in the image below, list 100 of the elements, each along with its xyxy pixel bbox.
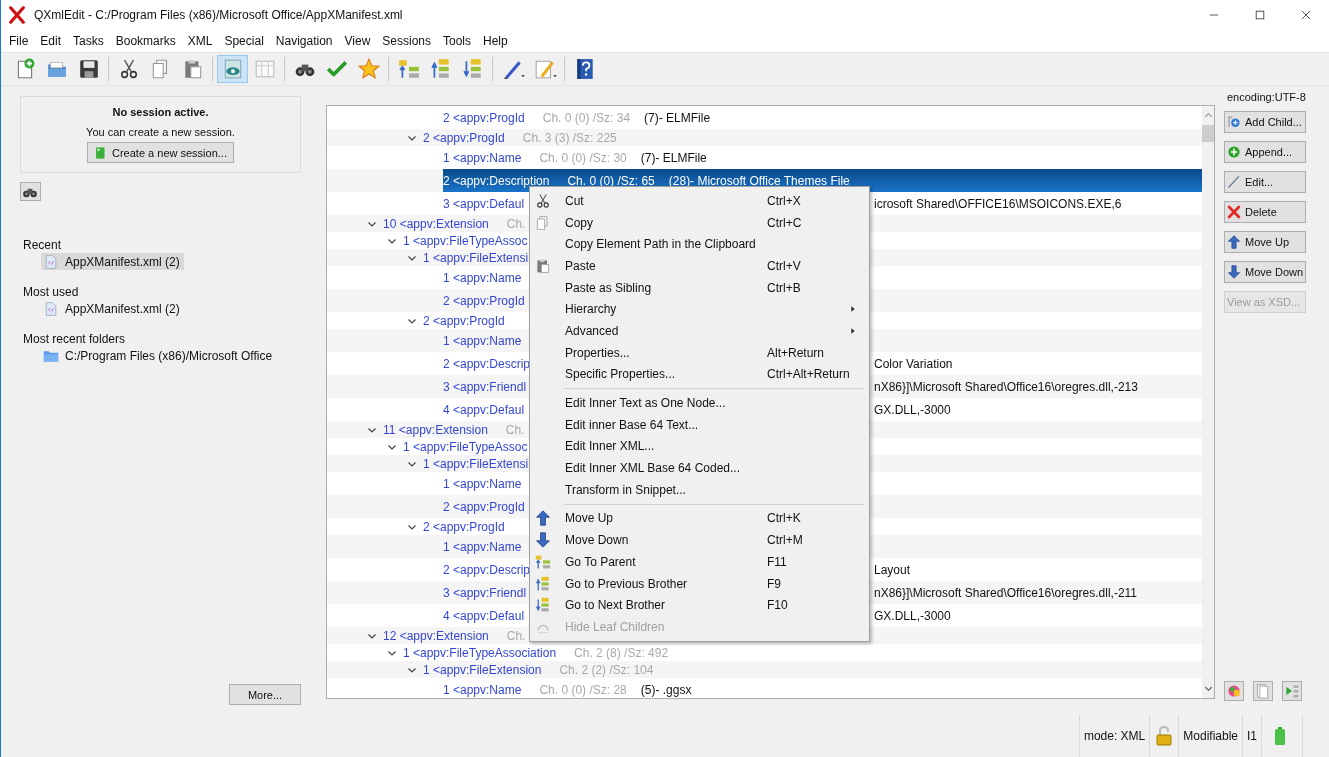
- menu-item[interactable]: Edit Inner XML...: [532, 435, 867, 458]
- menu-item[interactable]: Help: [477, 34, 514, 48]
- menu-item[interactable]: Edit: [34, 34, 68, 48]
- table-icon: [253, 58, 276, 80]
- arrow-up-icon: [535, 510, 551, 527]
- pencil-icon: [1227, 175, 1241, 189]
- menu-item[interactable]: Navigation: [269, 34, 339, 48]
- tree-node[interactable]: 1 <appv:Name: [443, 472, 528, 495]
- more-button[interactable]: More...: [229, 684, 301, 705]
- file-icon: [43, 300, 59, 317]
- tree-node[interactable]: 1 <appv:FileTypeAssoc: [403, 438, 534, 455]
- tree-node[interactable]: 1 <appv:FileTypeAssoc: [403, 232, 534, 249]
- section-heading: Most used: [23, 284, 80, 300]
- copy-icon: [1255, 683, 1271, 699]
- menu-item[interactable]: Transform in Snippet...: [532, 478, 867, 501]
- side-button[interactable]: Add Child...: [1224, 111, 1306, 133]
- node-text: nX86}]\Microsoft Shared\Office16\oregres.dll,-211: [874, 585, 1138, 600]
- tree-node[interactable]: 4 <appv:Defaul: [443, 398, 531, 421]
- tree-node[interactable]: 1 <appv:Name: [443, 329, 528, 352]
- scroll-thumb[interactable]: [1202, 125, 1214, 142]
- menu-item[interactable]: Paste as Sibling Ctrl+B: [532, 276, 867, 299]
- delete-icon: [1227, 205, 1241, 219]
- section-heading: Recent: [23, 237, 63, 253]
- add-child-icon: [1227, 115, 1241, 129]
- play-list-icon: [1284, 683, 1300, 699]
- tree-node[interactable]: 4 <appv:Defaul: [443, 604, 531, 627]
- menu-item[interactable]: Tools: [437, 34, 477, 48]
- menu-item[interactable]: File: [3, 34, 35, 48]
- tree-node[interactable]: 2 <appv:ProgId: [423, 518, 511, 535]
- tree-arrow-down-icon: [535, 597, 551, 614]
- tree-arrow-icon: [535, 553, 551, 570]
- item-label: AppXManifest.xml (2): [65, 254, 180, 269]
- recent-item[interactable]: AppXManifest.xml (2): [41, 253, 184, 270]
- menu-item[interactable]: XML: [181, 34, 219, 48]
- menu-item[interactable]: Properties... Alt+Return: [532, 341, 867, 364]
- create-session-button[interactable]: Create a new session...: [87, 142, 234, 163]
- menu-item[interactable]: Go to Next Brother F10: [532, 594, 867, 617]
- run-button[interactable]: [1282, 681, 1302, 701]
- tree-node[interactable]: 10 <appv:Extension Ch.: [383, 215, 532, 232]
- tree-node[interactable]: 12 <appv:Extension Ch.: [383, 627, 532, 644]
- copy-icon: [535, 214, 551, 231]
- session-title: No session active.: [112, 106, 209, 118]
- tree-node[interactable]: 2 <appv:ProgId: [443, 289, 531, 312]
- tree-node[interactable]: 3 <appv:Friendl: [443, 581, 533, 604]
- app-logo-icon: [8, 6, 26, 24]
- menu-item[interactable]: Edit inner Base 64 Text...: [532, 413, 867, 436]
- menu-item[interactable]: View: [338, 34, 377, 48]
- tree-node[interactable]: 3 <appv:Friendl: [443, 375, 533, 398]
- menu-item[interactable]: Sessions: [376, 34, 437, 48]
- search-button[interactable]: [20, 182, 41, 201]
- node-text: Color Variation: [874, 356, 953, 371]
- menu-item[interactable]: Copy Element Path in the Clipboard: [532, 233, 867, 256]
- side-button[interactable]: Move Up: [1224, 231, 1306, 253]
- item-label: AppXManifest.xml (2): [65, 301, 180, 316]
- file-icon: [43, 253, 59, 270]
- menu-item[interactable]: Copy Ctrl+C: [532, 211, 867, 234]
- tree-node[interactable]: 2 <appv:ProgId: [423, 312, 511, 329]
- side-button[interactable]: Delete: [1224, 201, 1306, 223]
- session-text: You can create a new session.: [86, 126, 235, 138]
- section-heading: Most recent folders: [23, 331, 127, 347]
- tree-node[interactable]: 1 <appv:Name: [443, 535, 528, 558]
- menu-item[interactable]: Cut Ctrl+X: [532, 190, 867, 212]
- recent-item[interactable]: AppXManifest.xml (2): [41, 300, 184, 317]
- menu-item[interactable]: Edit Inner Text as One Node...: [532, 392, 867, 414]
- menu-item[interactable]: Edit Inner XML Base 64 Coded...: [532, 457, 867, 479]
- pencil-icon: [501, 58, 524, 80]
- menu-item[interactable]: Move Down Ctrl+M: [532, 529, 867, 551]
- tree-node[interactable]: 2 <appv:ProgId: [443, 495, 531, 518]
- arrow-up-icon: [1227, 235, 1241, 249]
- tree-node[interactable]: 1 <appv:Name Ch. 0 (0) /Sz: 30 (7)- ELMFile: [443, 146, 713, 169]
- tree-node[interactable]: 2 <appv:ProgId Ch. 0 (0) /Sz: 34 (7)- ELMFile: [443, 106, 717, 129]
- side-button[interactable]: Edit...: [1224, 171, 1306, 193]
- tree-node[interactable]: 1 <appv:Name Ch. 0 (0) /Sz: 28 (5)- .ggsx: [443, 678, 698, 698]
- menu-item[interactable]: Paste Ctrl+V: [532, 255, 867, 277]
- tree-node[interactable]: 1 <appv:FileTypeAssociation Ch. 2 (8) /Sz: 492: [403, 644, 675, 661]
- tree-node[interactable]: 1 <appv:Name: [443, 266, 528, 289]
- palette-button[interactable]: [1224, 681, 1244, 701]
- menu-item[interactable]: Specific Properties... Ctrl+Alt+Return: [532, 363, 867, 386]
- scroll-up-icon[interactable]: [1203, 111, 1213, 120]
- tree-node[interactable]: 11 <appv:Extension Ch.: [383, 421, 531, 438]
- side-button[interactable]: Append...: [1224, 141, 1306, 163]
- side-button[interactable]: Move Down: [1224, 261, 1306, 283]
- menu-item[interactable]: Move Up Ctrl+K: [532, 507, 867, 530]
- tree-arrow-icon: [397, 58, 420, 80]
- tree-node[interactable]: 3 <appv:Defaul: [443, 192, 531, 215]
- item-label: C:/Program Files (x86)/Microsoft Office: [65, 348, 273, 363]
- scroll-down-icon[interactable]: [1203, 684, 1213, 693]
- menu-item[interactable]: Go to Previous Brother F9: [532, 572, 867, 595]
- plus-circle-icon: [1227, 145, 1241, 159]
- menu-item[interactable]: Hierarchy: [532, 298, 867, 321]
- scrollbar[interactable]: [1202, 106, 1214, 698]
- menu-item[interactable]: Bookmarks: [109, 34, 182, 48]
- node-text: GX.DLL,-3000: [874, 608, 951, 623]
- tree-node[interactable]: 1 <appv:FileExtension Ch. 2 (2) /Sz: 104: [423, 661, 660, 678]
- menu-item[interactable]: Tasks: [67, 34, 110, 48]
- recent-item[interactable]: C:/Program Files (x86)/Microsoft Office: [41, 347, 277, 364]
- menu-item[interactable]: Go To Parent F11: [532, 551, 867, 573]
- menu-item[interactable]: Advanced: [532, 320, 867, 342]
- menu-item[interactable]: Special: [218, 34, 270, 48]
- tree-node[interactable]: 2 <appv:ProgId Ch. 3 (3) /Sz: 225: [423, 129, 623, 146]
